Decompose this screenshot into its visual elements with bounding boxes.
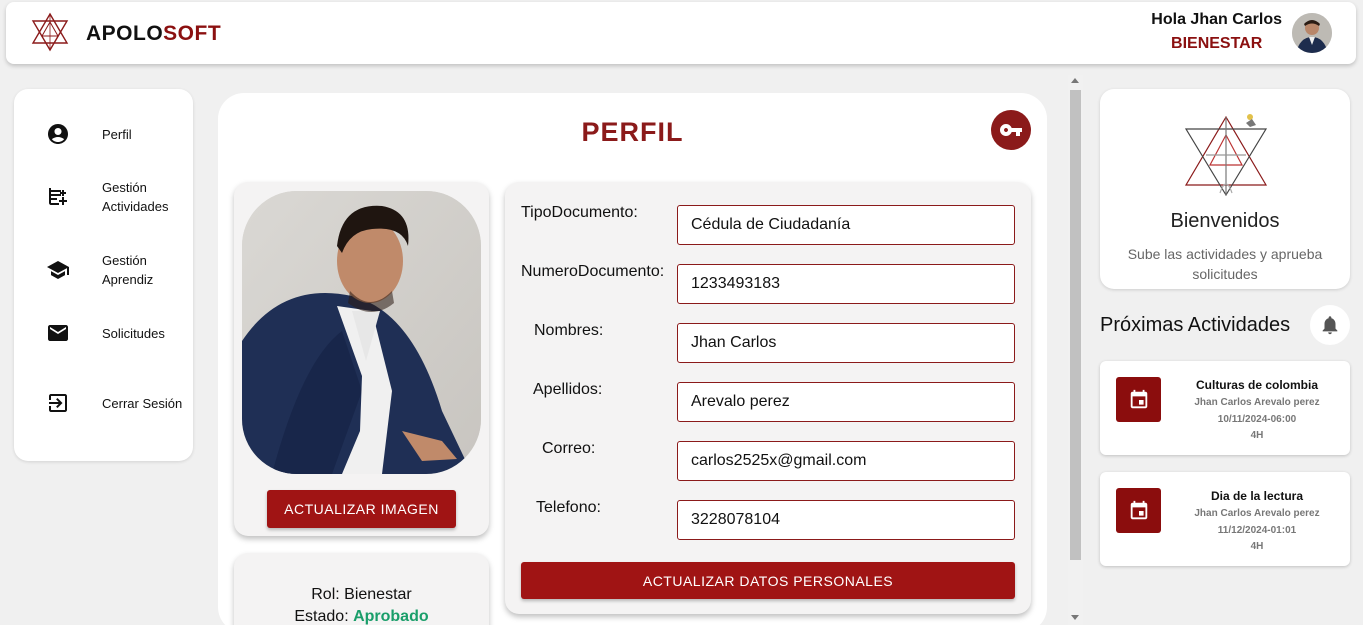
scroll-up-arrow-icon[interactable] — [1071, 78, 1079, 83]
status-card: Rol: Bienestar Estado: Aprobado — [234, 553, 489, 625]
activity-duration: 4H — [1250, 430, 1264, 441]
sidebar-item-gestion-actividades[interactable]: Gestión Actividades — [14, 172, 193, 222]
key-icon — [1000, 124, 1022, 136]
sidebar: Perfil Gestión Actividades Gestión Apren… — [14, 89, 193, 461]
update-image-button[interactable]: ACTUALIZAR IMAGEN — [267, 490, 456, 528]
sidebar-item-label: Cerrar Sesión — [102, 395, 183, 411]
role-text: Rol: Bienestar — [311, 586, 412, 603]
welcome-card: Bienvenidos Sube las actividades y aprue… — [1100, 89, 1350, 289]
calendar-icon — [1116, 377, 1161, 422]
nombres-label: Nombres: — [534, 322, 604, 339]
telefono-label: Telefono: — [536, 499, 601, 516]
profile-panel: PERFIL ACTUALIZAR IMAGEN Rol: Bienestar … — [218, 93, 1047, 625]
tipo-documento-field[interactable] — [677, 205, 1015, 245]
activity-duration: 4H — [1250, 541, 1264, 552]
top-header: APOLOSOFT Hola Jhan Carlos BIENESTAR — [6, 2, 1356, 64]
avatar[interactable] — [1292, 13, 1332, 53]
school-icon — [47, 261, 69, 279]
numero-documento-label: NumeroDocumento: — [521, 263, 665, 280]
sidebar-item-solicitudes[interactable]: Solicitudes — [14, 308, 193, 358]
calendar-icon — [1116, 488, 1161, 533]
sidebar-item-perfil[interactable]: Perfil — [14, 109, 193, 159]
photo-card: ACTUALIZAR IMAGEN — [234, 182, 489, 536]
sidebar-item-label: Gestión Actividades — [102, 180, 169, 214]
correo-field[interactable] — [677, 441, 1015, 481]
sidebar-item-gestion-aprendiz[interactable]: Gestión Aprendiz — [14, 245, 193, 295]
upcoming-activities-title: Próximas Actividades — [1100, 314, 1291, 336]
account-circle-icon — [48, 124, 68, 144]
note-add-icon — [49, 188, 67, 205]
activity-name: Culturas de colombia — [1195, 378, 1319, 392]
change-password-button[interactable] — [991, 110, 1031, 150]
brand-name: APOLOSOFT — [86, 22, 222, 45]
activity-date: 11/12/2024-01:01 — [1217, 525, 1297, 536]
update-personal-data-button[interactable]: ACTUALIZAR DATOS PERSONALES — [521, 562, 1015, 599]
sidebar-item-label: Solicitudes — [102, 325, 165, 341]
status-badge: Aprobado — [353, 608, 429, 625]
notifications-button[interactable] — [1310, 305, 1350, 345]
scrollbar-thumb[interactable] — [1070, 90, 1081, 560]
page-title: PERFIL — [581, 117, 684, 147]
activity-card[interactable]: Dia de la lectura Jhan Carlos Arevalo pe… — [1100, 472, 1350, 566]
sidebar-item-cerrar-sesion[interactable]: Cerrar Sesión — [14, 378, 193, 428]
activity-owner: Jhan Carlos Arevalo perez — [1194, 508, 1320, 519]
nombres-field[interactable] — [677, 323, 1015, 363]
apellidos-label: Apellidos: — [533, 381, 603, 398]
bell-icon — [1322, 316, 1338, 335]
user-role: BIENESTAR — [1171, 35, 1263, 52]
welcome-subtitle: Sube las actividades y aprueba solicitud… — [1127, 246, 1323, 282]
user-greeting: Hola Jhan Carlos BIENESTAR — [1151, 11, 1282, 53]
tipo-documento-label: TipoDocumento: — [521, 204, 638, 221]
sidebar-item-label: Perfil — [102, 126, 132, 142]
telefono-field[interactable] — [677, 500, 1015, 540]
personal-data-form: TipoDocumento: NumeroDocumento: Nombres:… — [505, 182, 1031, 614]
sidebar-item-label: Gestión Aprendiz — [102, 253, 154, 287]
welcome-title: Bienvenidos — [1170, 210, 1280, 232]
activity-name: Dia de la lectura — [1210, 489, 1304, 503]
activity-owner: Jhan Carlos Arevalo perez — [1194, 397, 1320, 408]
mail-icon — [48, 325, 68, 341]
apolosoft-logo — [31, 12, 69, 52]
numero-documento-field[interactable] — [677, 264, 1015, 304]
main-scrollbar[interactable] — [1068, 75, 1083, 625]
activity-date: 10/11/2024-06:00 — [1217, 414, 1297, 425]
greeting-text: Hola Jhan Carlos — [1151, 11, 1282, 28]
status-line: Estado: Aprobado — [294, 608, 429, 625]
logout-icon — [49, 394, 67, 412]
activity-card[interactable]: Culturas de colombia Jhan Carlos Arevalo… — [1100, 361, 1350, 455]
scroll-down-arrow-icon[interactable] — [1071, 615, 1079, 620]
apellidos-field[interactable] — [677, 382, 1015, 422]
profile-photo — [242, 191, 481, 474]
correo-label: Correo: — [542, 440, 596, 457]
apolosoft-illustration-logo — [1184, 114, 1268, 197]
